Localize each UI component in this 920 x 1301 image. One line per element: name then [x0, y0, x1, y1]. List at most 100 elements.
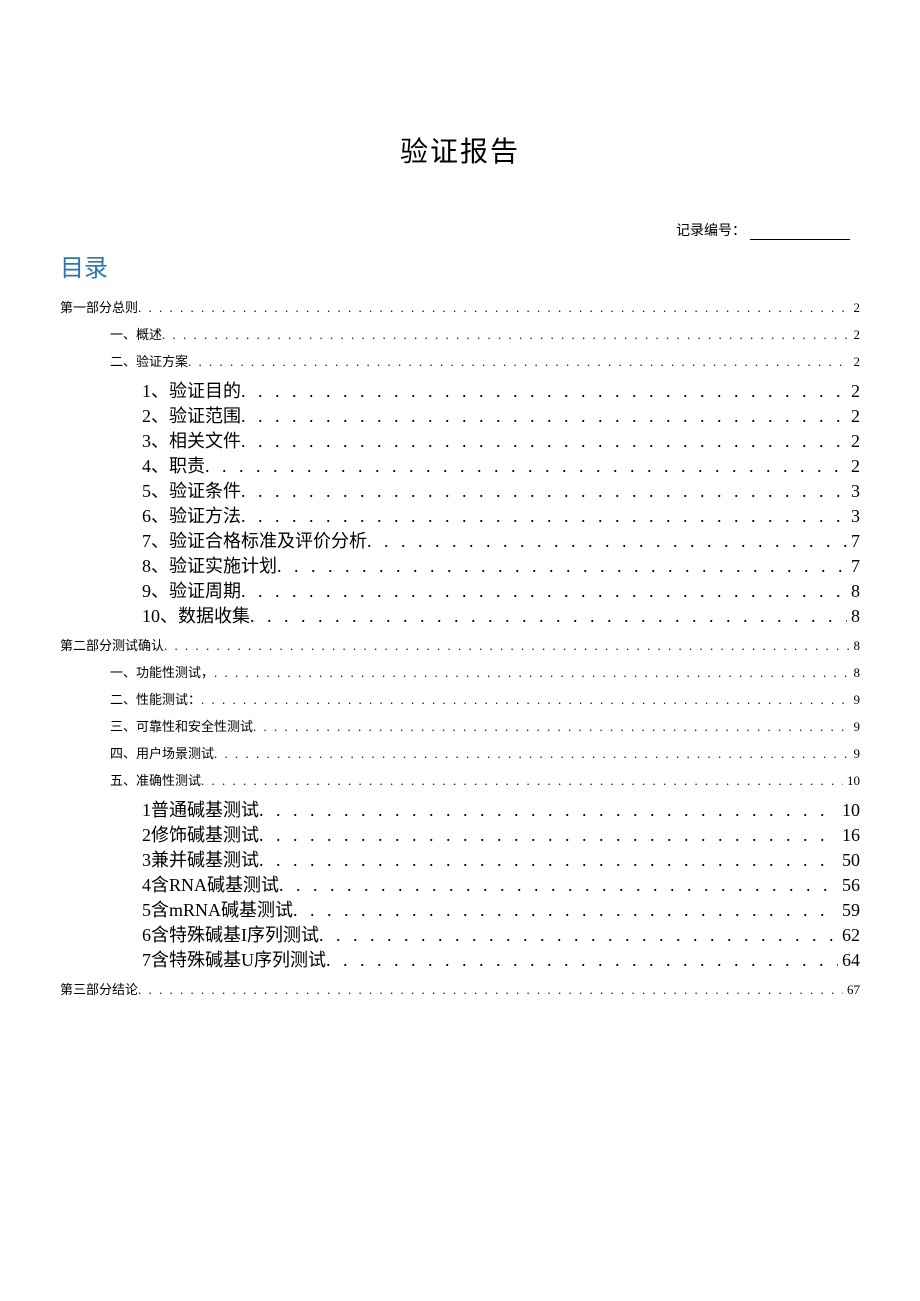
- toc-entry-label: 9、验证周期: [142, 582, 241, 600]
- toc-heading: 目录: [60, 248, 860, 283]
- toc-leader-dots: [188, 355, 849, 368]
- toc-entry: 第二部分测试确认 8: [60, 639, 860, 652]
- toc-entry-label: 一、概述: [110, 328, 162, 341]
- toc-leader-dots: [214, 666, 849, 679]
- toc-entry-page: 59: [838, 901, 860, 919]
- toc-entry: 7、验证合格标准及评价分析 7: [142, 532, 860, 550]
- toc-leader-dots: [241, 382, 847, 400]
- toc-leader-dots: [162, 328, 849, 341]
- toc-entry: 2修饰碱基测试16: [142, 826, 860, 844]
- toc-entry: 4含RNA碱基测试56: [142, 876, 860, 894]
- toc-leader-dots: [241, 482, 847, 500]
- toc-leader-dots: [241, 507, 847, 525]
- toc-entry-page: 9: [850, 720, 861, 733]
- toc-entry-label: 3、相关文件: [142, 432, 241, 450]
- toc-entry-label: 5、验证条件: [142, 482, 241, 500]
- toc-entry-page: 8: [850, 639, 861, 652]
- toc-leader-dots: [241, 582, 847, 600]
- toc-entry-label: 4、职责: [142, 457, 205, 475]
- toc-entry-label: 三、可靠性和安全性测试: [110, 720, 253, 733]
- toc-entry-label: 二、性能测试：: [110, 693, 201, 706]
- toc-entry-page: 8: [850, 666, 861, 679]
- toc-entry-label: 6、验证方法: [142, 507, 241, 525]
- toc-entry-page: 7: [847, 557, 860, 575]
- toc-leader-dots: [293, 901, 838, 919]
- toc-entry: 五、准确性测试 10: [110, 774, 860, 787]
- toc-leader-dots: [253, 720, 849, 733]
- toc-entry-label: 第一部分总则: [60, 301, 138, 314]
- toc-entry: 四、用户场景测试9: [110, 747, 860, 760]
- toc-entry: 5含mRNA碱基测试 59: [142, 901, 860, 919]
- toc-entry-label: 2、验证范围: [142, 407, 241, 425]
- toc-entry-label: 1普通碱基测试: [142, 801, 259, 819]
- table-of-contents: 第一部分总则2一、概述2二、验证方案21、验证目的22、验证范围23、相关文件2…: [60, 301, 860, 996]
- toc-entry-page: 7: [847, 532, 860, 550]
- toc-entry-page: 2: [847, 382, 860, 400]
- toc-entry-label: 10、数据收集: [142, 607, 250, 625]
- toc-entry-page: 67: [843, 983, 860, 996]
- toc-entry-label: 3兼并碱基测试: [142, 851, 259, 869]
- toc-entry-page: 9: [850, 747, 861, 760]
- toc-leader-dots: [319, 926, 838, 944]
- toc-entry-label: 五、准确性测试: [110, 774, 201, 787]
- toc-entry: 1普通碱基测试 10: [142, 801, 860, 819]
- toc-leader-dots: [241, 407, 847, 425]
- toc-entry-label: 1、验证目的: [142, 382, 241, 400]
- toc-leader-dots: [138, 301, 849, 314]
- toc-leader-dots: [250, 607, 847, 625]
- toc-leader-dots: [259, 801, 838, 819]
- toc-entry: 3、相关文件2: [142, 432, 860, 450]
- toc-entry: 三、可靠性和安全性测试 9: [110, 720, 860, 733]
- toc-leader-dots: [164, 639, 849, 652]
- toc-entry-label: 5含mRNA碱基测试: [142, 901, 293, 919]
- record-number-blank: [750, 239, 850, 240]
- toc-leader-dots: [367, 532, 847, 550]
- toc-entry-page: 64: [838, 951, 860, 969]
- toc-entry-label: 第二部分测试确认: [60, 639, 164, 652]
- toc-entry: 二、验证方案 2: [110, 355, 860, 368]
- toc-entry-page: 3: [847, 507, 860, 525]
- toc-entry-page: 2: [847, 407, 860, 425]
- toc-entry: 6含特殊碱基I序列测试62: [142, 926, 860, 944]
- toc-entry-page: 2: [847, 457, 860, 475]
- toc-leader-dots: [138, 983, 843, 996]
- toc-entry-page: 9: [850, 693, 861, 706]
- toc-entry-page: 2: [850, 328, 861, 341]
- toc-entry: 7含特殊碱基U序列测试 64: [142, 951, 860, 969]
- toc-entry-label: 二、验证方案: [110, 355, 188, 368]
- toc-entry: 8、验证实施计划 7: [142, 557, 860, 575]
- toc-entry-page: 62: [838, 926, 860, 944]
- toc-entry-label: 7、验证合格标准及评价分析: [142, 532, 367, 550]
- toc-entry: 1、验证目的 2: [142, 382, 860, 400]
- toc-leader-dots: [277, 557, 847, 575]
- toc-entry: 一、功能性测试， 8: [110, 666, 860, 679]
- toc-entry-page: 10: [838, 801, 860, 819]
- toc-entry: 第一部分总则 2: [60, 301, 860, 314]
- toc-entry-label: 8、验证实施计划: [142, 557, 277, 575]
- toc-entry-label: 2修饰碱基测试: [142, 826, 259, 844]
- toc-entry-page: 50: [838, 851, 860, 869]
- toc-entry-label: 7含特殊碱基U序列测试: [142, 951, 326, 969]
- toc-leader-dots: [326, 951, 838, 969]
- toc-entry: 6、验证方法 3: [142, 507, 860, 525]
- toc-entry: 2、验证范围 2: [142, 407, 860, 425]
- toc-entry-page: 2: [850, 355, 861, 368]
- record-number-line: 记录编号：: [60, 220, 860, 240]
- toc-entry-label: 一、功能性测试，: [110, 666, 214, 679]
- toc-entry-page: 8: [847, 582, 860, 600]
- toc-leader-dots: [201, 693, 849, 706]
- toc-entry: 一、概述 2: [110, 328, 860, 341]
- toc-entry-label: 4含RNA碱基测试: [142, 876, 279, 894]
- toc-entry-label: 第三部分结论: [60, 983, 138, 996]
- toc-entry: 4、职责 2: [142, 457, 860, 475]
- record-number-label: 记录编号：: [676, 224, 746, 239]
- toc-entry-page: 3: [847, 482, 860, 500]
- toc-entry: 第三部分结论 67: [60, 983, 860, 996]
- toc-leader-dots: [205, 457, 847, 475]
- toc-entry-page: 10: [843, 774, 860, 787]
- toc-entry: 二、性能测试： 9: [110, 693, 860, 706]
- toc-entry: 9、验证周期 8: [142, 582, 860, 600]
- toc-leader-dots: [201, 774, 843, 787]
- toc-entry-page: 2: [850, 301, 861, 314]
- toc-entry: 10、数据收集8: [142, 607, 860, 625]
